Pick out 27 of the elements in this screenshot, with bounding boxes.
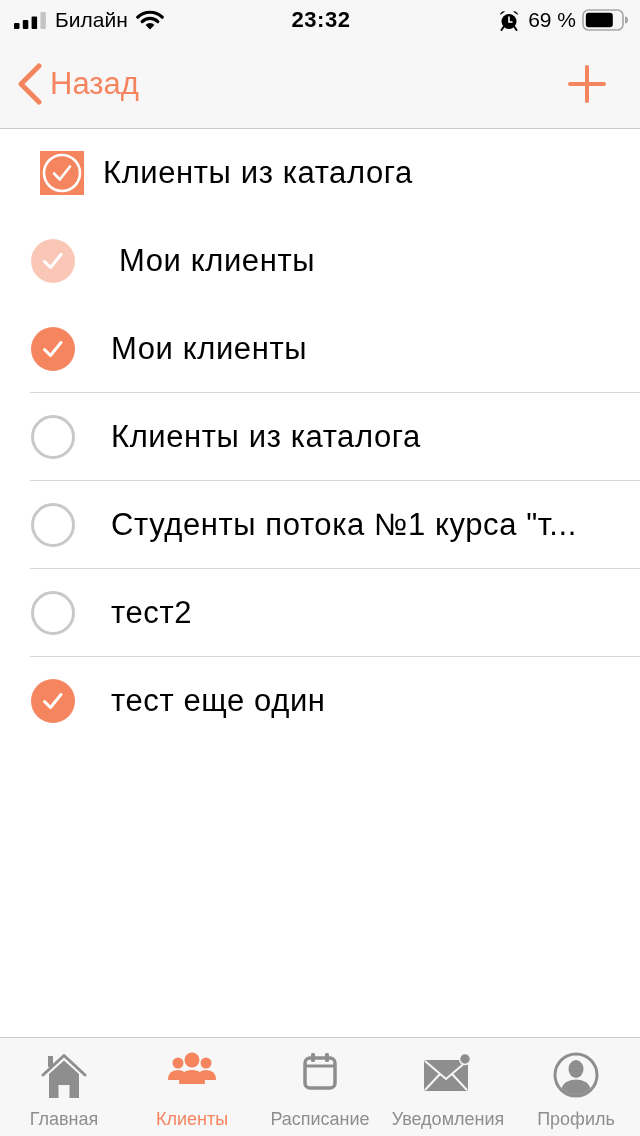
- check-circle-icon[interactable]: [31, 326, 75, 371]
- empty-circle-icon[interactable]: [31, 502, 75, 547]
- clock-time: 23:32: [291, 7, 351, 33]
- battery-percent: 69 %: [528, 8, 576, 32]
- list-item[interactable]: тест еще один: [30, 657, 640, 745]
- checked-tile-icon[interactable]: [40, 151, 84, 195]
- people-group-icon: [168, 1052, 216, 1084]
- check-circle-icon[interactable]: [31, 679, 75, 723]
- battery-icon: [582, 9, 628, 31]
- add-button[interactable]: [568, 65, 606, 103]
- list-item[interactable]: Мои клиенты: [30, 305, 640, 393]
- wifi-icon: [135, 10, 164, 30]
- chevron-left-icon: [18, 63, 42, 105]
- list-item[interactable]: Клиенты из каталога: [30, 393, 640, 481]
- calendar-icon: [303, 1052, 337, 1090]
- profile-icon: [553, 1052, 599, 1098]
- list-item[interactable]: тест2: [30, 569, 640, 657]
- signal-icon: [14, 11, 46, 29]
- alarm-clock-icon: [499, 9, 520, 31]
- empty-circle-icon[interactable]: [31, 414, 75, 459]
- plus-icon: [568, 65, 606, 103]
- list-item[interactable]: Студенты потока №1 курса "т...: [30, 481, 640, 569]
- list-item[interactable]: Клиенты из каталога: [30, 129, 640, 217]
- house-icon: [41, 1052, 87, 1098]
- envelope-icon: [424, 1052, 472, 1092]
- empty-circle-icon[interactable]: [31, 590, 75, 635]
- carrier-name: Билайн: [55, 8, 128, 32]
